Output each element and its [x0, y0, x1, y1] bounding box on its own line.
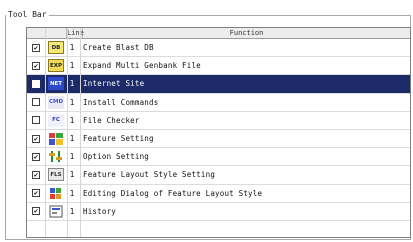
feature-icon — [48, 132, 64, 146]
table-row[interactable]: ✔ FLS 1 Feature Layout Style Setting — [27, 166, 410, 185]
row-icon-cell: FC — [45, 112, 67, 129]
row-line: 1 — [69, 188, 75, 198]
row-checkbox[interactable] — [32, 116, 40, 125]
row-checkbox-cell: ✔ — [27, 57, 45, 74]
icon-label: FC — [52, 117, 60, 124]
row-line: 1 — [69, 134, 75, 144]
row-line: 1 — [69, 79, 75, 89]
row-icon-cell: FLS — [45, 166, 67, 183]
divider — [67, 28, 68, 237]
row-line: 1 — [69, 206, 75, 216]
cmd-icon: CMD — [48, 95, 64, 109]
row-line: 1 — [69, 115, 75, 125]
icon-label: DB — [51, 44, 61, 51]
row-checkbox[interactable] — [32, 98, 40, 107]
row-icon-cell: DB — [45, 39, 67, 56]
row-checkbox-cell: ✔ — [27, 39, 45, 56]
header-check-icon — [27, 28, 67, 38]
history-icon — [48, 204, 64, 218]
row-checkbox-cell: ✔ — [27, 185, 45, 202]
db-icon: DB — [48, 41, 64, 55]
table-row[interactable]: NET 1 Internet Site — [27, 75, 410, 94]
row-icon-cell — [45, 203, 67, 220]
row-function-name: Expand Multi Genbank File — [83, 61, 201, 71]
table-body: ✔ DB 1 Create Blast DB ✔ EXP 1 Expand Multi Gen… — [27, 39, 410, 221]
toolbar-table: Line Function ✔ DB 1 Create Blast DB ✔ EXP 1 Ex… — [26, 27, 411, 238]
table-header: Line Function — [27, 28, 410, 39]
row-checkbox[interactable] — [32, 79, 40, 88]
table-row[interactable]: ✔ EXP 1 Expand Multi Genbank File — [27, 57, 410, 76]
row-checkbox[interactable]: ✔ — [32, 43, 40, 52]
row-icon-cell — [45, 130, 67, 147]
row-checkbox[interactable]: ✔ — [32, 134, 40, 143]
option-icon — [48, 150, 64, 164]
row-checkbox[interactable]: ✔ — [32, 170, 40, 179]
table-row[interactable]: ✔ 1 Option Setting — [27, 148, 410, 167]
row-icon-cell — [45, 148, 67, 165]
header-function[interactable]: Function — [83, 28, 410, 38]
row-line: 1 — [69, 61, 75, 71]
edit-dialog-icon — [48, 186, 64, 200]
row-line: 1 — [69, 97, 75, 107]
row-function-name: File Checker — [83, 115, 140, 125]
icon-label: FLS — [50, 171, 62, 178]
row-icon-cell: EXP — [45, 57, 67, 74]
row-checkbox-cell: ✔ — [27, 130, 45, 147]
row-checkbox[interactable]: ✔ — [32, 61, 40, 70]
icon-label: CMD — [48, 99, 64, 106]
row-checkbox-cell — [27, 94, 45, 111]
fls-icon: FLS — [48, 168, 64, 182]
row-checkbox[interactable]: ✔ — [32, 207, 40, 216]
row-line: 1 — [69, 170, 75, 180]
table-row[interactable]: ✔ 1 Feature Setting — [27, 129, 410, 149]
row-checkbox-cell: ✔ — [27, 203, 45, 220]
row-function-name: Feature Setting — [83, 134, 154, 144]
row-function-name: Option Setting — [83, 152, 150, 162]
table-row[interactable]: FC 1 File Checker — [27, 111, 410, 130]
row-function-name: Install Commands — [83, 97, 159, 107]
row-icon-cell: NET — [45, 75, 67, 92]
row-function-name: Feature Layout Style Setting — [83, 170, 216, 180]
divider — [80, 28, 81, 237]
icon-label: NET — [49, 80, 63, 87]
row-checkbox[interactable]: ✔ — [32, 189, 40, 198]
row-line: 1 — [69, 152, 75, 162]
exp-icon: EXP — [48, 59, 64, 73]
table-row[interactable]: CMD 1 Install Commands — [27, 93, 410, 112]
row-function-name: Editing Dialog of Feature Layout Style — [83, 188, 263, 198]
row-icon-cell — [45, 185, 67, 202]
divider — [45, 28, 46, 237]
row-checkbox-cell: ✔ — [27, 166, 45, 183]
icon-label: EXP — [49, 62, 63, 69]
row-function-name: History — [83, 206, 117, 216]
row-icon-cell: CMD — [45, 94, 67, 111]
table-row[interactable]: ✔ 1 Editing Dialog of Feature Layout Style — [27, 184, 410, 203]
row-checkbox-cell: ✔ — [27, 148, 45, 165]
row-checkbox[interactable]: ✔ — [32, 152, 40, 161]
row-function-name: Internet Site — [83, 79, 145, 89]
row-function-name: Create Blast DB — [83, 43, 154, 53]
table-row[interactable]: ✔ 1 History — [27, 202, 410, 221]
row-checkbox-cell — [27, 112, 45, 129]
net-icon: NET — [48, 77, 64, 91]
fc-icon: FC — [48, 113, 64, 127]
group-title: Tool Bar — [6, 10, 49, 19]
row-line: 1 — [69, 43, 75, 53]
row-checkbox-cell — [27, 75, 45, 92]
table-row[interactable]: ✔ DB 1 Create Blast DB — [27, 39, 410, 58]
